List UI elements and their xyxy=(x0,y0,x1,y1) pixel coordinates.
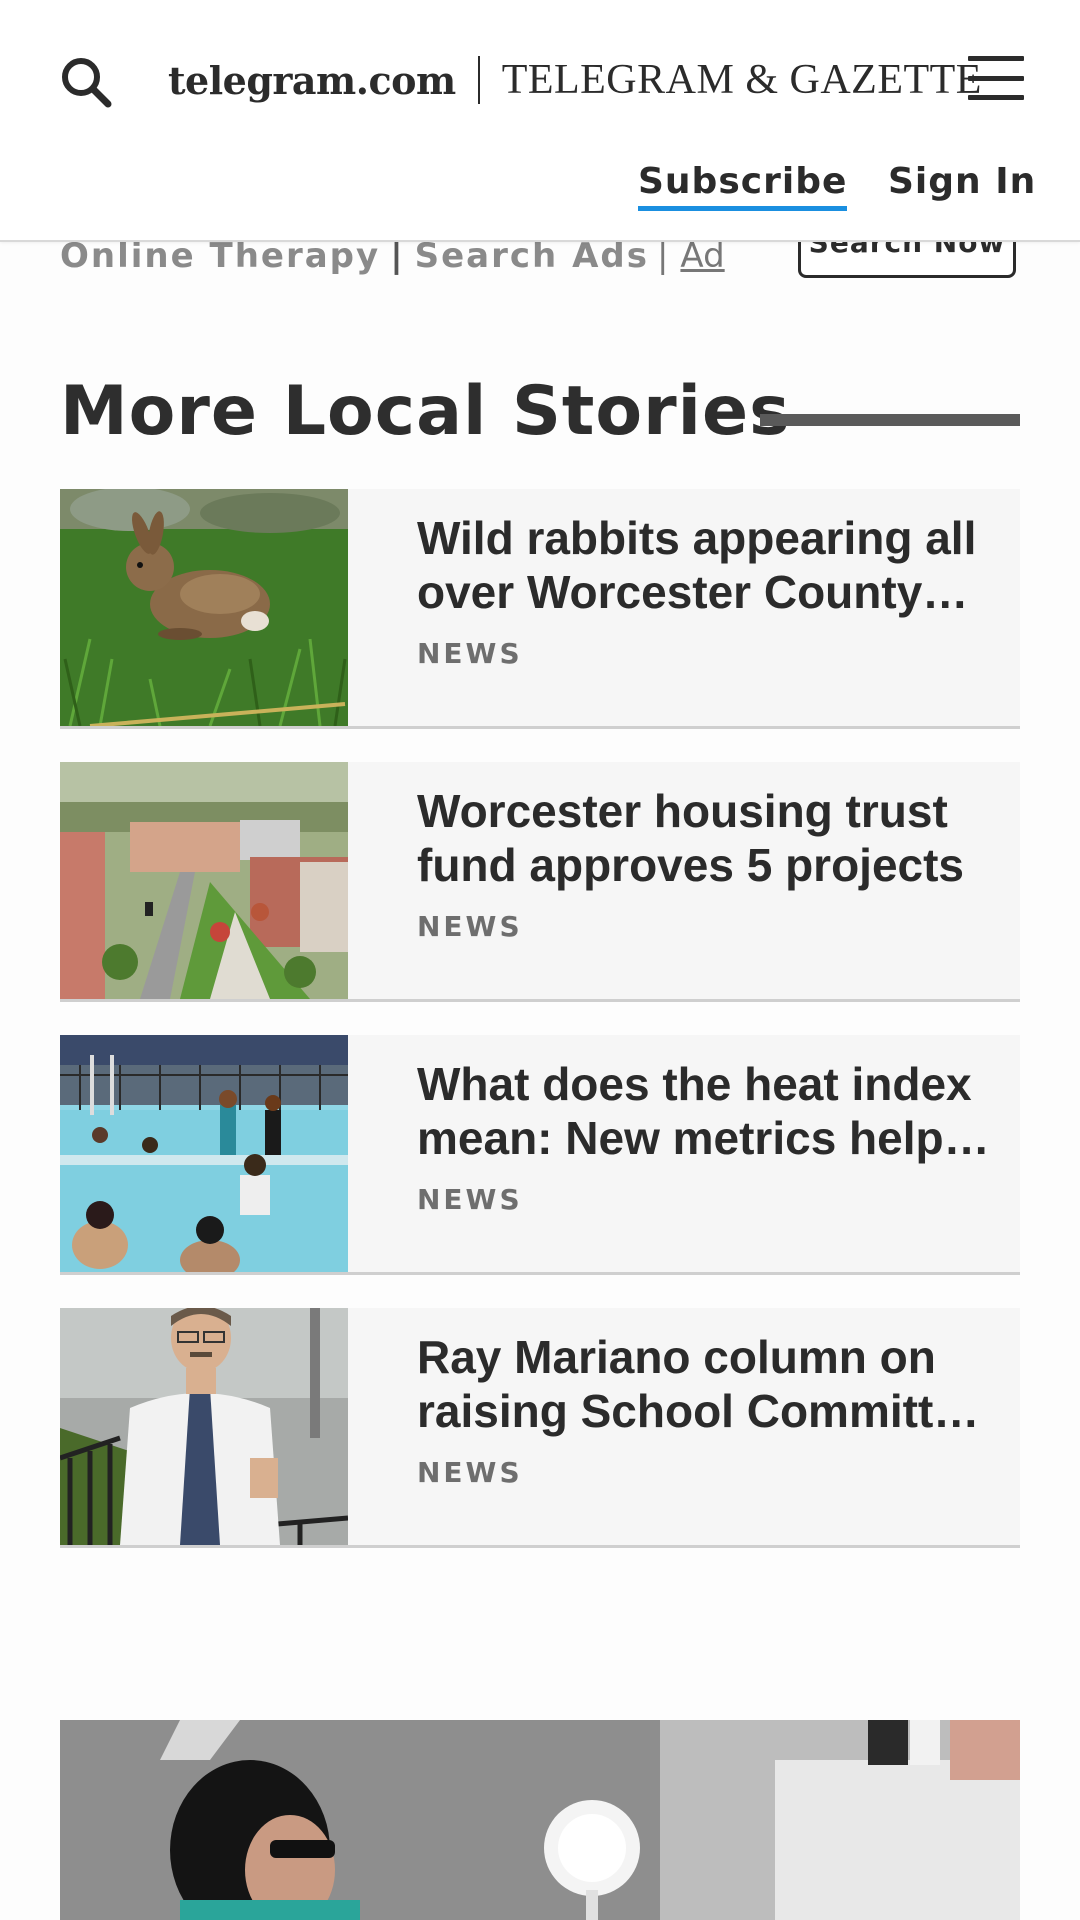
ad-label[interactable]: Ad xyxy=(680,236,724,276)
search-icon xyxy=(62,58,112,108)
rabbit-image xyxy=(60,489,348,726)
logo-divider xyxy=(477,56,480,104)
story-headline[interactable]: Wild rabbits appearing all over Worceste… xyxy=(417,511,1017,619)
story-headline[interactable]: Ray Mariano column on raising School Com… xyxy=(417,1330,1017,1438)
subscribe-link[interactable]: Subscribe xyxy=(638,164,848,211)
woman-with-lamp-image xyxy=(60,1720,1020,1920)
menu-bar xyxy=(968,95,1024,100)
housing-rendering-image xyxy=(60,762,348,999)
ad-text-part1: Online Therapy xyxy=(60,236,381,276)
story-card[interactable]: Wild rabbits appearing all over Worceste… xyxy=(60,489,1020,729)
story-category: NEWS xyxy=(417,1183,523,1216)
story-category: NEWS xyxy=(417,1456,523,1489)
story-category: NEWS xyxy=(417,637,523,670)
logo-site-name: telegram.com xyxy=(168,57,456,103)
sign-in-link[interactable]: Sign In xyxy=(888,164,1036,200)
menu-bar xyxy=(968,56,1024,61)
story-body[interactable]: Ray Mariano column on raising School Com… xyxy=(417,1330,1017,1489)
ad-text[interactable]: Online Therapy | Search Ads | Ad xyxy=(60,236,725,276)
story-body[interactable]: What does the heat index mean: New metri… xyxy=(417,1057,1017,1216)
man-portrait-image xyxy=(60,1308,348,1545)
ad-image[interactable] xyxy=(60,1720,1020,1920)
story-thumbnail[interactable] xyxy=(60,1308,348,1545)
story-body[interactable]: Wild rabbits appearing all over Worceste… xyxy=(417,511,1017,670)
story-thumbnail[interactable] xyxy=(60,1035,348,1272)
ad-separator: | xyxy=(656,236,671,276)
ad-text-part2: Search Ads xyxy=(414,236,649,276)
ad-separator: | xyxy=(390,236,405,276)
pool-image xyxy=(60,1035,348,1272)
section-rule xyxy=(760,414,1020,426)
story-list: Wild rabbits appearing all over Worceste… xyxy=(60,489,1020,1581)
site-logo[interactable]: telegram.com TELEGRAM & GAZETTE xyxy=(168,50,982,110)
logo-paper-name: TELEGRAM & GAZETTE xyxy=(501,57,982,103)
story-body[interactable]: Worcester housing trust fund approves 5 … xyxy=(417,784,1017,943)
story-headline[interactable]: What does the heat index mean: New metri… xyxy=(417,1057,1017,1165)
hamburger-menu-icon[interactable] xyxy=(966,52,1026,104)
search-button[interactable] xyxy=(56,52,116,112)
menu-bar xyxy=(968,75,1024,81)
story-card[interactable]: Worcester housing trust fund approves 5 … xyxy=(60,762,1020,1002)
story-headline[interactable]: Worcester housing trust fund approves 5 … xyxy=(417,784,1017,892)
story-card[interactable]: Ray Mariano column on raising School Com… xyxy=(60,1308,1020,1548)
story-card[interactable]: What does the heat index mean: New metri… xyxy=(60,1035,1020,1275)
story-thumbnail[interactable] xyxy=(60,762,348,999)
site-header: telegram.com TELEGRAM & GAZETTE Subscrib… xyxy=(0,0,1080,242)
section-title: More Local Stories xyxy=(60,372,791,451)
story-thumbnail[interactable] xyxy=(60,489,348,726)
story-category: NEWS xyxy=(417,910,523,943)
